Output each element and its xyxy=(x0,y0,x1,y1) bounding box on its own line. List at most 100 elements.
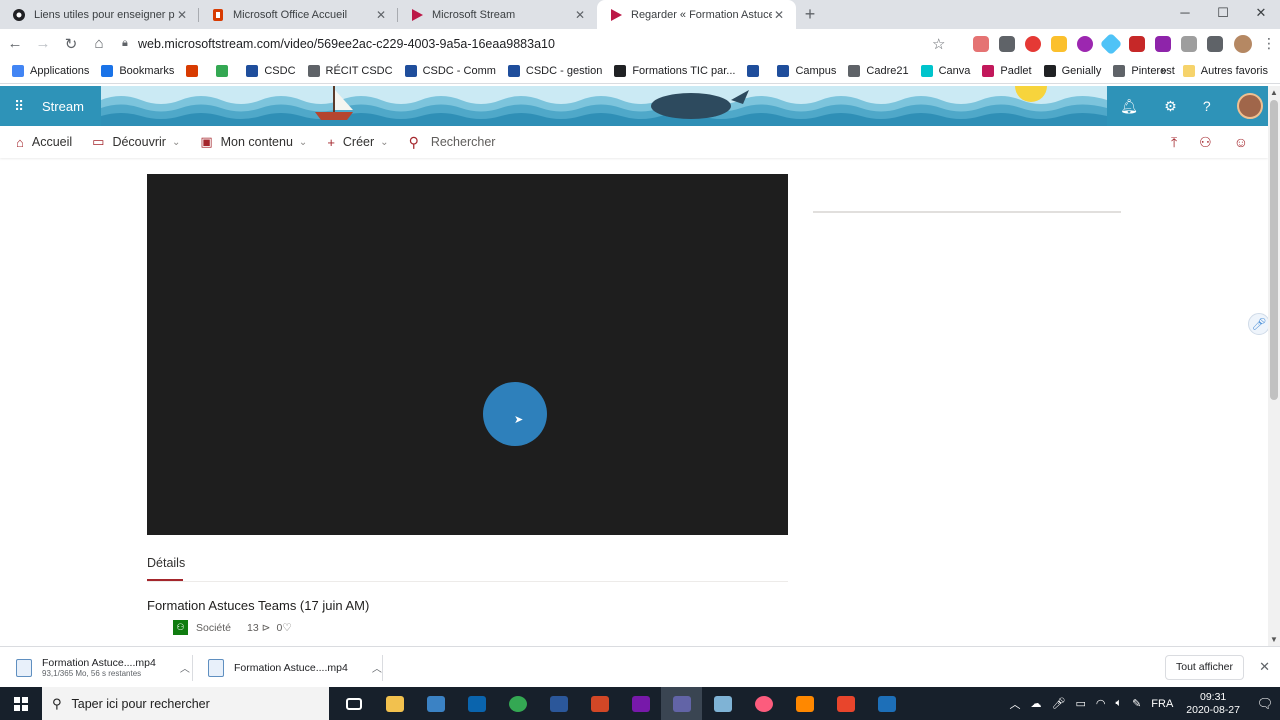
taskbar-app-task-view[interactable] xyxy=(333,687,374,720)
close-icon[interactable]: ✕ xyxy=(374,8,388,22)
forward-icon[interactable]: → xyxy=(30,35,56,52)
scroll-down-icon[interactable]: ▼ xyxy=(1270,635,1278,644)
chevron-up-icon[interactable]: ︿ xyxy=(180,660,190,675)
notification-center-icon[interactable]: 🗨︎ xyxy=(1250,696,1280,712)
extension-icon[interactable] xyxy=(1025,35,1041,52)
taskbar-app-powerpoint[interactable] xyxy=(579,687,620,720)
search-input[interactable]: ⚲ Rechercher xyxy=(409,134,496,151)
scrollbar-thumb[interactable] xyxy=(1270,100,1278,400)
extension-icon[interactable] xyxy=(1129,35,1145,52)
extension-icon[interactable] xyxy=(1099,32,1123,55)
bookmark-item[interactable] xyxy=(216,64,234,77)
taskbar-app-onenote[interactable] xyxy=(620,687,661,720)
bookmark-item[interactable]: CSDC - Comm xyxy=(404,64,496,77)
nav-home[interactable]: ⌂ Accueil xyxy=(16,135,72,150)
home-icon[interactable]: ⌂ xyxy=(86,35,112,52)
extension-icon[interactable] xyxy=(1077,35,1093,52)
taskbar-app-outlook[interactable] xyxy=(456,687,497,720)
user-avatar[interactable] xyxy=(1236,93,1263,119)
download-item-1[interactable]: Formation Astuce....mp4 93,1/365 Mo, 56 … xyxy=(16,647,190,688)
start-button[interactable] xyxy=(0,687,42,720)
taskbar-app-vlc[interactable] xyxy=(784,687,825,720)
download-item-2[interactable]: Formation Astuce....mp4 ︿ xyxy=(208,647,382,688)
new-tab-button[interactable]: + xyxy=(796,0,824,29)
wifi-icon[interactable]: ◠ xyxy=(1096,697,1106,710)
likes-count[interactable]: 0♡ xyxy=(276,622,291,634)
taskbar-app-camtasia[interactable] xyxy=(825,687,866,720)
app-launcher-icon[interactable]: ⠿ xyxy=(14,98,30,115)
show-all-downloads-button[interactable]: Tout afficher xyxy=(1164,655,1244,680)
onedrive-icon[interactable]: ☁ xyxy=(1030,697,1041,710)
clock[interactable]: 09:31 2020-08-27 xyxy=(1186,691,1240,717)
pen-icon[interactable]: ✎ xyxy=(1132,697,1141,710)
battery-icon[interactable]: ▭ xyxy=(1075,697,1085,710)
taskbar-search[interactable]: ⚲ Taper ici pour rechercher xyxy=(42,687,329,720)
language-indicator[interactable]: FRA xyxy=(1151,698,1173,710)
other-bookmarks[interactable]: Autres favoris xyxy=(1201,65,1268,77)
profile-avatar[interactable] xyxy=(1234,34,1252,53)
bookmark-item[interactable]: Canva xyxy=(920,64,970,77)
bookmark-item[interactable]: Applications xyxy=(12,64,89,77)
chevron-up-icon[interactable]: ︿ xyxy=(1009,696,1020,712)
bookmark-item[interactable]: Campus xyxy=(777,64,836,77)
extension-icon[interactable] xyxy=(999,35,1015,52)
browser-tab-1[interactable]: Liens utiles pour enseigner par c ✕ xyxy=(0,0,199,29)
settings-gear-icon[interactable]: ⚙ xyxy=(1164,98,1177,115)
minimize-icon[interactable]: ─ xyxy=(1166,0,1204,29)
bookmark-item[interactable]: Padlet xyxy=(982,64,1032,77)
page-scrollbar[interactable]: ▲ ▼ xyxy=(1268,86,1280,646)
bookmarks-overflow-icon[interactable]: » xyxy=(1161,65,1167,77)
close-icon[interactable]: ✕ xyxy=(772,8,786,22)
taskbar-app-word[interactable] xyxy=(538,687,579,720)
browser-tab-2[interactable]: Microsoft Office Accueil ✕ xyxy=(199,0,398,29)
extension-icon[interactable] xyxy=(1181,35,1197,52)
help-icon[interactable]: ? xyxy=(1203,98,1211,114)
taskbar-app-file-explorer[interactable] xyxy=(374,687,415,720)
close-icon[interactable]: ✕ xyxy=(573,8,587,22)
taskbar-app-calculator[interactable] xyxy=(415,687,456,720)
browser-tab-4[interactable]: Regarder « Formation Astuces Te ✕ xyxy=(597,0,796,29)
close-icon[interactable]: ✕ xyxy=(1259,659,1270,675)
video-player[interactable]: ➤ xyxy=(147,174,788,535)
volume-icon[interactable]: 🔈︎ xyxy=(1115,697,1122,710)
bookmark-item[interactable]: Formations TIC par... xyxy=(614,64,735,77)
address-bar[interactable]: 🔒︎ web.microsoftstream.com/video/569ee2a… xyxy=(122,31,952,57)
microphone-icon[interactable]: 🎤︎ xyxy=(1248,313,1270,335)
bookmark-item[interactable]: CSDC - gestion xyxy=(507,64,602,77)
bookmark-item[interactable]: Genially xyxy=(1043,64,1101,77)
nav-discover[interactable]: ▭ Découvrir ⌄ xyxy=(92,134,180,150)
taskbar-app-chrome[interactable] xyxy=(497,687,538,720)
reload-icon[interactable]: ↻ xyxy=(58,35,84,53)
bookmark-star-icon[interactable]: ☆ xyxy=(932,35,952,53)
bookmark-item[interactable]: Bookmarks xyxy=(101,64,174,77)
extension-icon[interactable] xyxy=(1155,35,1171,52)
upload-icon[interactable]: ⤒ xyxy=(1171,134,1177,151)
bookmark-item[interactable]: Cadre21 xyxy=(848,64,909,77)
stream-brand[interactable]: ⠿ Stream xyxy=(0,86,101,126)
bookmark-item[interactable] xyxy=(186,64,204,77)
tab-details[interactable]: Détails xyxy=(147,556,185,570)
maximize-icon[interactable]: ☐ xyxy=(1204,0,1242,29)
close-icon[interactable]: ✕ xyxy=(175,8,189,22)
scroll-up-icon[interactable]: ▲ xyxy=(1270,88,1278,97)
feedback-smiley-icon[interactable]: ☺ xyxy=(1234,134,1248,150)
nav-my-content[interactable]: ▣ Mon contenu ⌄ xyxy=(200,134,307,150)
close-window-icon[interactable]: ✕ xyxy=(1242,0,1280,29)
lock-icon[interactable]: 🔒︎ xyxy=(122,37,138,50)
menu-kebab-icon[interactable]: ⋮ xyxy=(1262,35,1276,52)
extension-icon[interactable] xyxy=(1051,35,1067,52)
nav-create[interactable]: + Créer ⌄ xyxy=(327,135,388,150)
browser-tab-3[interactable]: Microsoft Stream ✕ xyxy=(398,0,597,29)
back-icon[interactable]: ← xyxy=(2,35,28,52)
taskbar-app-teams[interactable] xyxy=(661,687,702,720)
extension-icon[interactable] xyxy=(973,35,989,52)
microphone-icon[interactable]: 🎤︎ xyxy=(1051,697,1065,710)
taskbar-app-snipping[interactable] xyxy=(702,687,743,720)
taskbar-app-whiteboard[interactable] xyxy=(866,687,907,720)
chevron-up-icon[interactable]: ︿ xyxy=(372,660,382,675)
bookmark-item[interactable] xyxy=(747,64,765,77)
bookmark-item[interactable]: CSDC xyxy=(246,64,296,77)
puzzle-icon[interactable] xyxy=(1207,35,1223,52)
bookmark-item[interactable]: RÉCIT CSDC xyxy=(307,64,393,77)
taskbar-app-itunes[interactable] xyxy=(743,687,784,720)
